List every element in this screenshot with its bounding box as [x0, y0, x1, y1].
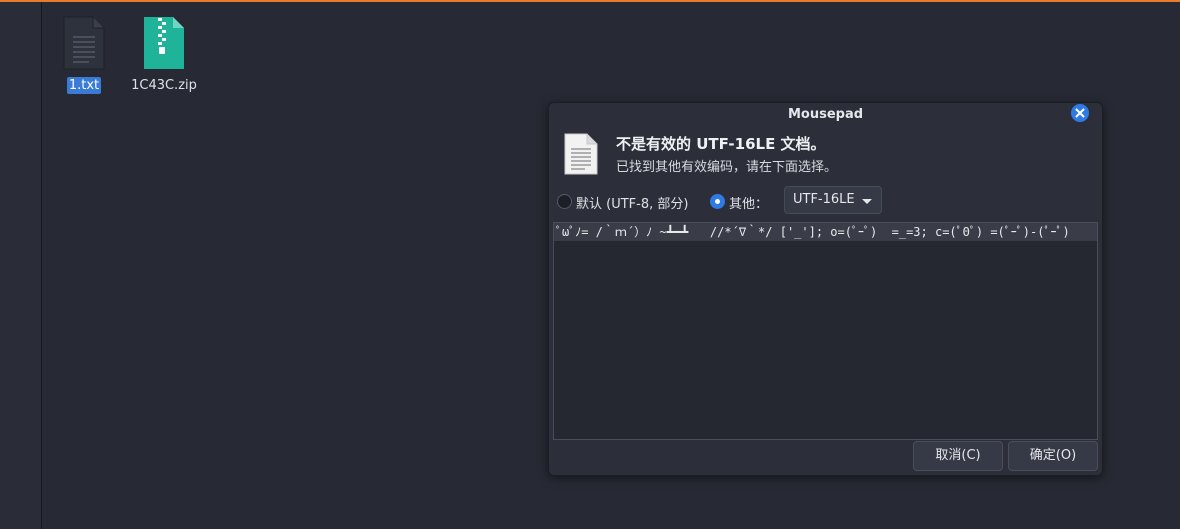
- chevron-down-icon: [862, 199, 872, 204]
- ok-button[interactable]: 确定(O): [1008, 441, 1098, 471]
- message-subtitle: 已找到其他有效编码，请在下面选择。: [616, 160, 838, 175]
- preview-text-line: ﾟωﾟﾉ= /｀ｍ´）ﾉ ~┻━┻ //*´∇｀*/ ['_']; o=(ﾟｰﾟ…: [554, 223, 1097, 241]
- close-icon: [1075, 108, 1085, 118]
- cancel-button[interactable]: 取消(C): [913, 441, 1003, 471]
- desktop-file-zip[interactable]: 1C43C.zip: [119, 15, 209, 94]
- desktop-file-1txt[interactable]: 1.txt: [39, 15, 129, 94]
- dialog-title: Mousepad: [787, 107, 864, 122]
- radio-other-label[interactable]: 其他：: [729, 193, 768, 212]
- radio-default-label[interactable]: 默认 (UTF-8, 部分): [576, 193, 688, 212]
- encoding-select-value: UTF-16LE: [793, 192, 855, 207]
- encoding-select[interactable]: UTF-16LE: [784, 186, 882, 214]
- close-button[interactable]: [1071, 104, 1089, 122]
- text-preview[interactable]: ﾟωﾟﾉ= /｀ｍ´）ﾉ ~┻━┻ //*´∇｀*/ ['_']; o=(ﾟｰﾟ…: [553, 222, 1098, 440]
- encoding-dialog: Mousepad 不是有效的 UTF-16LE 文档。 已找到其他有效编码，请在…: [548, 102, 1103, 476]
- radio-default-encoding[interactable]: [557, 194, 572, 209]
- file-name-label: 1C43C.zip: [131, 78, 197, 93]
- side-panel: [0, 2, 42, 529]
- document-icon: [564, 133, 598, 175]
- message-title: 不是有效的 UTF-16LE 文档。: [616, 135, 826, 153]
- text-file-icon: [61, 15, 107, 71]
- file-name-label: 1.txt: [66, 77, 102, 94]
- zip-archive-icon: [141, 15, 187, 71]
- radio-other-encoding[interactable]: [710, 194, 725, 209]
